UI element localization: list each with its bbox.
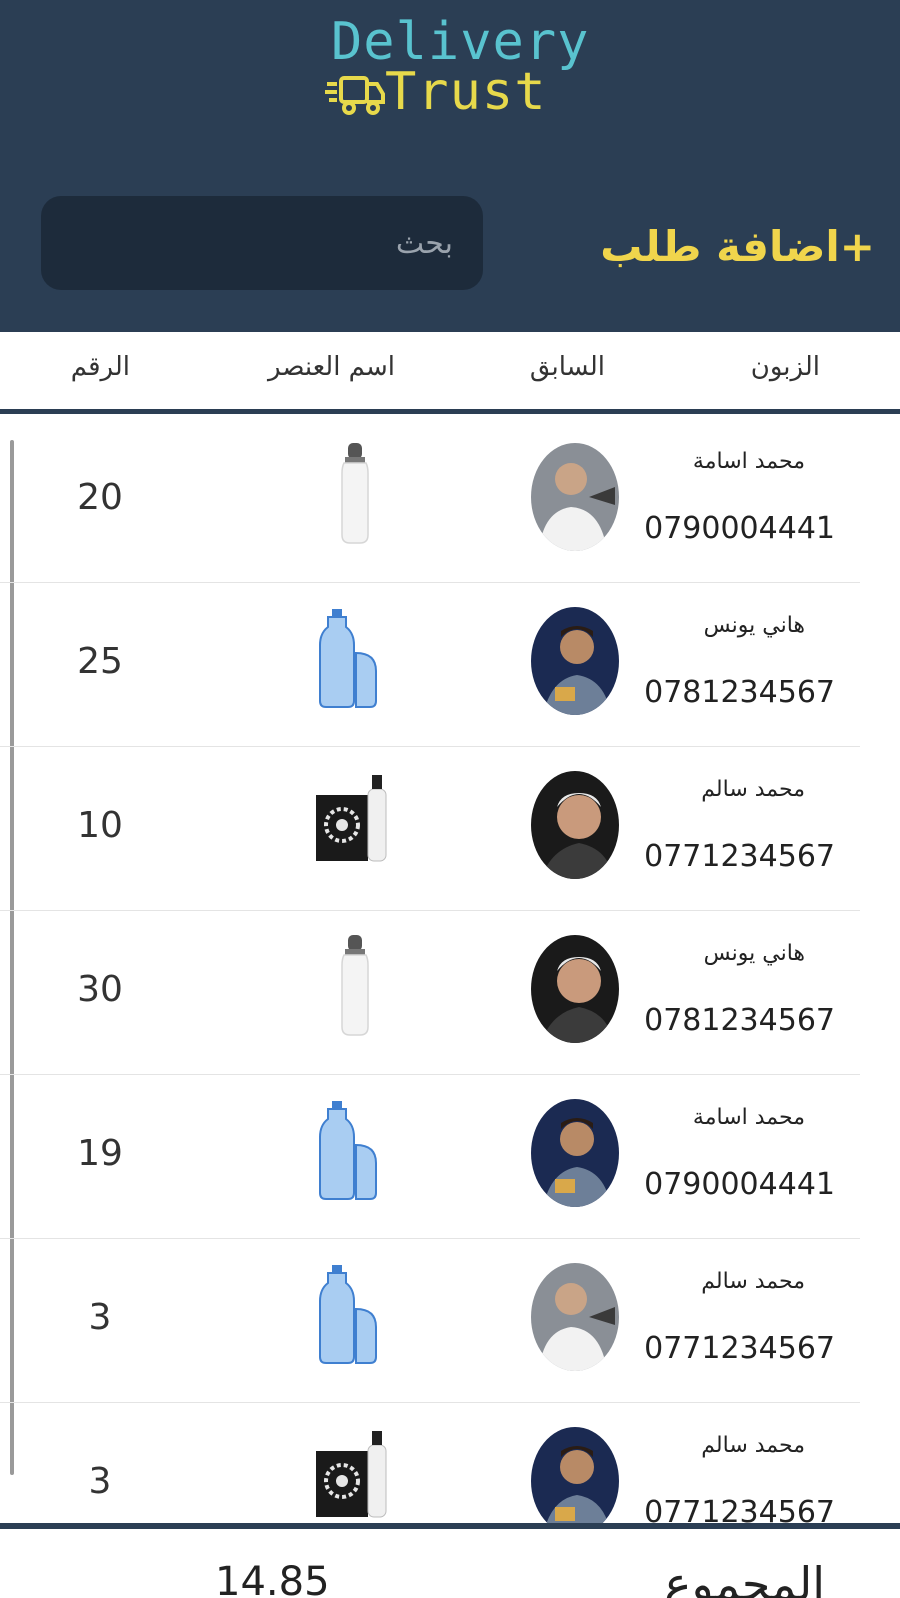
- customer-phone: 0790004441: [644, 511, 835, 546]
- product-box-icon: [316, 1431, 387, 1518]
- water-gallon-icon: [319, 1265, 377, 1364]
- order-number: 20: [77, 477, 123, 518]
- avatar[interactable]: [531, 1427, 619, 1523]
- delivery-trust-logo: Delivery Trust: [325, 14, 588, 120]
- order-number: 3: [88, 1297, 112, 1338]
- order-number: 10: [77, 805, 123, 846]
- water-gallon-icon: [319, 1101, 377, 1200]
- water-gallon-icon: [319, 609, 377, 708]
- avatar[interactable]: [531, 935, 619, 1043]
- search-box[interactable]: [41, 196, 483, 290]
- column-header-driver: السابق: [529, 352, 605, 382]
- avatar[interactable]: [531, 443, 619, 551]
- table-row[interactable]: 25 هاني يونس 0781234567: [0, 583, 860, 747]
- orders-list: 20 محمد اسامة 0790004441 25 هاني يونس 07…: [0, 419, 900, 1523]
- total-value: 14.85: [215, 1559, 330, 1598]
- order-number: 25: [77, 641, 123, 682]
- customer-phone: 0771234567: [644, 1331, 835, 1366]
- order-number: 3: [88, 1461, 112, 1502]
- customer-phone: 0790004441: [644, 1167, 835, 1202]
- table-row[interactable]: 10 محمد سالم 0771234567: [0, 747, 860, 911]
- customer-name: محمد اسامة: [692, 449, 805, 474]
- avatar[interactable]: [531, 1263, 619, 1371]
- order-number: 30: [77, 969, 123, 1010]
- bottle-icon: [341, 443, 369, 544]
- totals-bar: المجموع 14.85: [0, 1523, 900, 1598]
- customer-name: محمد سالم: [701, 1433, 805, 1458]
- app-header: Delivery Trust +اضافة طلب: [0, 0, 900, 332]
- table-row[interactable]: 19 محمد اسامة 0790004441: [0, 1075, 860, 1239]
- avatar[interactable]: [531, 607, 619, 715]
- customer-phone: 0771234567: [644, 1495, 835, 1523]
- logo-line2: Trust: [385, 62, 547, 122]
- customer-name: محمد اسامة: [692, 1105, 805, 1130]
- truck-icon: [325, 76, 385, 115]
- customer-name: هاني يونس: [703, 941, 805, 966]
- customer-name: محمد سالم: [701, 777, 805, 802]
- table-row[interactable]: 3 محمد سالم 0771234567: [0, 1403, 860, 1523]
- product-box-icon: [316, 775, 387, 862]
- search-input[interactable]: [41, 196, 483, 290]
- add-order-button[interactable]: +اضافة طلب: [600, 222, 875, 271]
- column-header-number: الرقم: [70, 352, 130, 382]
- order-number: 19: [77, 1133, 123, 1174]
- column-header-item-name: اسم العنصر: [267, 352, 395, 382]
- table-row[interactable]: 30 هاني يونس 0781234567: [0, 911, 860, 1075]
- table-row[interactable]: 3 محمد سالم 0771234567: [0, 1239, 860, 1403]
- customer-name: هاني يونس: [703, 613, 805, 638]
- total-label: المجموع: [664, 1557, 825, 1598]
- customer-phone: 0781234567: [644, 675, 835, 710]
- table-row[interactable]: 20 محمد اسامة 0790004441: [0, 419, 860, 583]
- bottle-icon: [341, 935, 369, 1036]
- customer-phone: 0781234567: [644, 1003, 835, 1038]
- customer-name: محمد سالم: [701, 1269, 805, 1294]
- column-header-customer: الزبون: [750, 352, 820, 382]
- customer-phone: 0771234567: [644, 839, 835, 874]
- avatar[interactable]: [531, 1099, 619, 1207]
- table-header: الزبون السابق اسم العنصر الرقم: [0, 332, 900, 414]
- avatar[interactable]: [531, 771, 619, 879]
